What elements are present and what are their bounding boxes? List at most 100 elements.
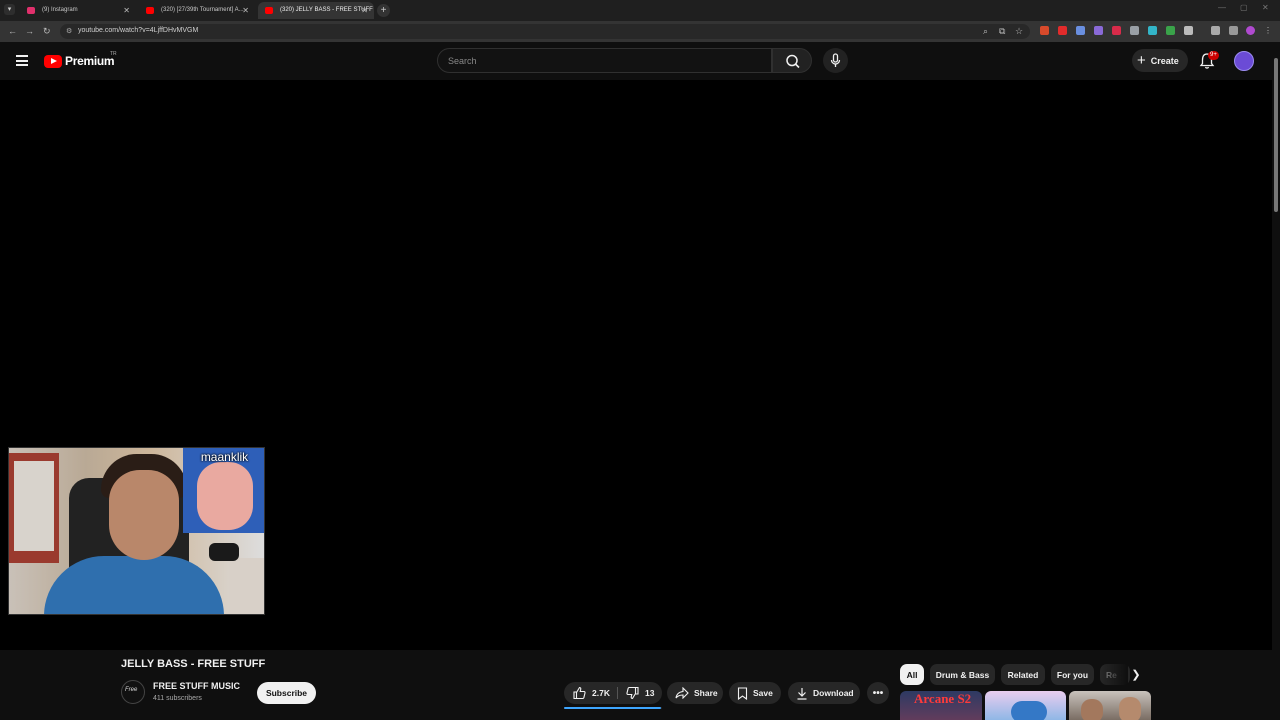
tab-title: (9) Instagram	[42, 7, 78, 13]
browser-menu-icon[interactable]: ⋮	[1264, 26, 1273, 35]
youtube-favicon-icon	[146, 7, 154, 14]
browser-tab-strip: ▾ (9) Instagram ✕ (320) [27/39th Tournam…	[0, 0, 1280, 21]
close-tab-icon[interactable]: ✕	[123, 2, 130, 19]
chip-for-you[interactable]: For you	[1051, 664, 1094, 685]
site-info-icon[interactable]: ⚙	[66, 27, 72, 35]
download-label: Download	[813, 688, 854, 698]
inset-label: maanklik	[200, 450, 249, 464]
extension-icon[interactable]	[1112, 26, 1121, 35]
webcam-streamer-face	[109, 470, 179, 560]
webcam-wall-poster	[9, 453, 59, 563]
youtube-play-icon	[44, 54, 62, 68]
recommendation-thumbnail[interactable]	[985, 691, 1066, 720]
reload-icon[interactable]: ↻	[43, 26, 51, 37]
chip-label: Drum & Bass	[935, 669, 990, 680]
subscriber-count: 411 subscribers	[153, 695, 202, 702]
like-ratio-bar	[564, 707, 661, 709]
page-scrollbar-thumb[interactable]	[1274, 58, 1278, 212]
like-button[interactable]: 2.7K	[564, 682, 616, 704]
chevron-right-icon[interactable]: ❯	[1128, 666, 1144, 684]
chip-label: All	[906, 669, 918, 680]
youtube-premium-logo[interactable]: Premium	[44, 53, 115, 69]
zoom-icon[interactable]: ⌕	[983, 26, 988, 37]
chip-all[interactable]: All	[900, 664, 924, 685]
bookmark-icon	[737, 686, 748, 700]
maximize-icon[interactable]: ▢	[1240, 3, 1248, 12]
side-panel-icon[interactable]	[1229, 26, 1238, 35]
like-count: 2.7K	[592, 688, 610, 698]
dislike-count: 13	[645, 688, 655, 698]
search-input[interactable]	[448, 54, 748, 68]
extensions-puzzle-icon[interactable]	[1184, 26, 1193, 35]
close-tab-icon[interactable]: ✕	[361, 2, 368, 19]
tab-title: (320) JELLY BASS - FREE STUFF	[280, 7, 373, 13]
like-dislike-group: 2.7K 13	[564, 682, 662, 704]
extension-icon[interactable]	[1094, 26, 1103, 35]
create-button[interactable]: + Create	[1132, 49, 1188, 72]
extension-icon[interactable]	[1040, 26, 1049, 35]
channel-avatar-text: Free	[125, 687, 138, 693]
install-app-icon[interactable]: ⧉	[999, 26, 1005, 37]
thumbnail-text: Arcane S2	[914, 691, 972, 706]
channel-name[interactable]: FREE STUFF MUSIC	[153, 681, 240, 691]
extension-icon[interactable]	[1166, 26, 1175, 35]
channel-avatar[interactable]: Free	[121, 680, 145, 704]
instagram-favicon-icon	[27, 7, 35, 14]
chip-fade	[1100, 664, 1128, 685]
webcam-inset-image: maanklik	[183, 448, 264, 533]
more-actions-button[interactable]: •••	[867, 682, 889, 704]
recommendation-thumbnail[interactable]	[1069, 691, 1151, 720]
youtube-header: Premium TR + Create 9+	[0, 42, 1280, 80]
thumbnail-person	[1081, 699, 1103, 720]
search-icon	[786, 54, 800, 69]
thumbs-down-icon	[626, 686, 639, 700]
microphone-icon	[830, 53, 841, 67]
subscribe-button[interactable]: Subscribe	[257, 682, 316, 704]
plus-icon: +	[1137, 52, 1146, 69]
back-icon[interactable]: ←	[8, 26, 17, 36]
dislike-button[interactable]: 13	[620, 682, 662, 704]
download-button[interactable]: Download	[788, 682, 860, 704]
search-box	[437, 48, 772, 73]
search-button[interactable]	[772, 48, 812, 73]
page-root: ▾ (9) Instagram ✕ (320) [27/39th Tournam…	[0, 0, 1280, 720]
share-button[interactable]: Share	[667, 682, 723, 704]
extension-icon[interactable]	[1058, 26, 1067, 35]
tab-search-button[interactable]: ▾	[4, 4, 15, 15]
minimize-icon[interactable]: —	[1218, 3, 1226, 12]
forward-icon[interactable]: →	[25, 26, 34, 36]
more-actions-icon: •••	[872, 687, 884, 699]
youtube-favicon-icon	[265, 7, 273, 14]
like-divider	[617, 687, 618, 699]
url-text: youtube.com/watch?v=4LjffDHvMVGM	[78, 27, 199, 34]
download-icon	[797, 687, 807, 700]
browser-tab-jelly-bass[interactable]: (320) JELLY BASS - FREE STUFF ✕	[258, 2, 374, 19]
chip-label: For you	[1056, 669, 1089, 680]
chip-related[interactable]: Related	[1001, 664, 1045, 685]
save-button[interactable]: Save	[729, 682, 781, 704]
menu-icon[interactable]	[16, 55, 28, 66]
new-tab-button[interactable]: +	[377, 4, 390, 17]
browser-tab-instagram[interactable]: (9) Instagram ✕	[20, 2, 136, 19]
extension-icon[interactable]	[1130, 26, 1139, 35]
chip-drum-and-bass[interactable]: Drum & Bass	[930, 664, 995, 685]
logo-country-code: TR	[110, 51, 117, 57]
close-window-icon[interactable]: ✕	[1262, 3, 1269, 12]
webcam-headset	[209, 543, 239, 561]
extension-icon[interactable]	[1148, 26, 1157, 35]
extension-icon[interactable]	[1076, 26, 1085, 35]
logo-text: Premium	[65, 54, 115, 68]
downloads-icon[interactable]	[1211, 26, 1220, 35]
chip-label: Related	[1007, 669, 1039, 680]
bookmark-star-icon[interactable]: ☆	[1015, 26, 1023, 37]
close-tab-icon[interactable]: ✕	[242, 2, 249, 19]
inset-face	[197, 462, 253, 530]
webcam-overlay: maanklik	[8, 447, 265, 615]
url-field[interactable]: ⚙ youtube.com/watch?v=4LjffDHvMVGM	[60, 24, 1030, 39]
recommendation-thumbnail[interactable]: Arcane S2	[900, 691, 982, 720]
account-avatar[interactable]	[1234, 51, 1254, 71]
browser-tab-tournament[interactable]: (320) [27/39th Tournament] A... ✕	[139, 2, 255, 19]
profile-avatar-icon[interactable]	[1246, 26, 1255, 35]
voice-search-button[interactable]	[823, 48, 848, 73]
thumbnail-graphic	[1011, 701, 1047, 720]
